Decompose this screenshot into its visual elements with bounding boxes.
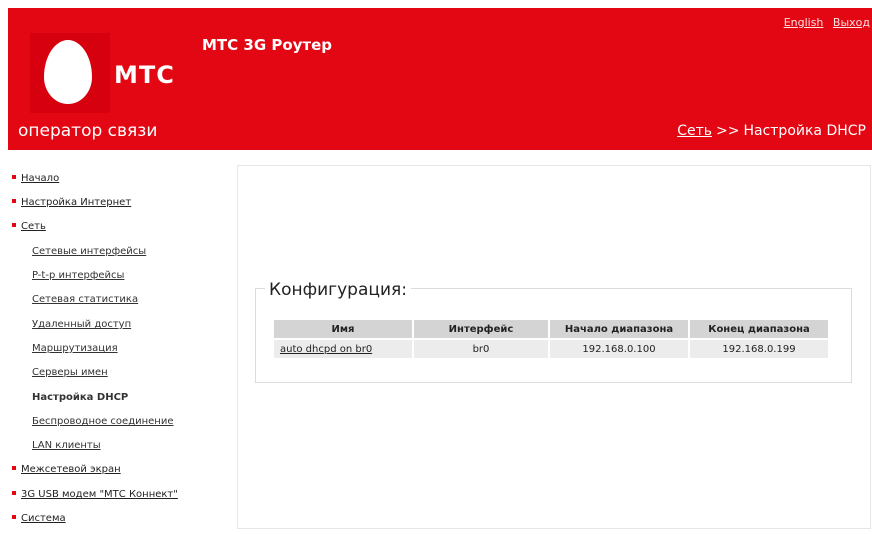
english-link[interactable]: English <box>784 16 824 29</box>
sidebar-item-home[interactable]: Начало <box>12 173 59 184</box>
dhcp-config-table: Имя Интерфейс Начало диапазона Конец диа… <box>272 318 830 360</box>
sidebar-item-network[interactable]: Сеть <box>12 221 46 232</box>
bullet-icon <box>12 175 16 179</box>
sidebar-item-lan-clients[interactable]: LAN клиенты <box>32 440 101 451</box>
sidebar-item-firewall[interactable]: Межсетевой экран <box>12 464 121 475</box>
bullet-icon <box>12 515 16 519</box>
sidebar-item-wireless[interactable]: Беспроводное соединение <box>32 416 174 427</box>
cell-range-end: 192.168.0.199 <box>690 340 828 358</box>
breadcrumb: Сеть >> Настройка DHCP <box>677 123 866 139</box>
app-title: МТС 3G Роутер <box>202 36 333 54</box>
sidebar-item-network-statistics[interactable]: Сетевая статистика <box>32 294 138 305</box>
bullet-icon <box>12 466 16 470</box>
column-header-name: Имя <box>274 320 412 338</box>
sidebar-item-network-interfaces[interactable]: Сетевые интерфейсы <box>32 246 146 257</box>
sidebar-item-system[interactable]: Система <box>12 513 66 524</box>
cell-range-start: 192.168.0.100 <box>550 340 688 358</box>
bullet-icon <box>12 491 16 495</box>
breadcrumb-network-link[interactable]: Сеть <box>677 123 712 139</box>
dhcp-entry-link[interactable]: auto dhcpd on br0 <box>280 344 372 355</box>
sidebar-item-name-servers[interactable]: Серверы имен <box>32 367 108 378</box>
section-title: Конфигурация: <box>265 280 411 300</box>
sidebar-item-dhcp-settings[interactable]: Настройка DHCP <box>32 392 128 403</box>
cell-interface: br0 <box>414 340 548 358</box>
logout-link[interactable]: Выход <box>833 16 870 29</box>
header-banner: МТС оператор связи МТС 3G Роутер English… <box>8 8 872 150</box>
bullet-icon <box>12 223 16 227</box>
tagline: оператор связи <box>18 121 158 141</box>
column-header-range-end: Конец диапазона <box>690 320 828 338</box>
sidebar-item-3g-usb-modem[interactable]: 3G USB модем "МТС Коннект" <box>12 489 178 500</box>
sidebar-nav: Начало Настройка Интернет Сеть Сетевые и… <box>8 160 228 534</box>
column-header-interface: Интерфейс <box>414 320 548 338</box>
cell-name[interactable]: auto dhcpd on br0 <box>274 340 412 358</box>
column-header-range-start: Начало диапазона <box>550 320 688 338</box>
top-links: English Выход <box>778 16 870 29</box>
breadcrumb-current: Настройка DHCP <box>743 123 866 139</box>
logo-text: МТС <box>114 61 175 89</box>
table-header-row: Имя Интерфейс Начало диапазона Конец диа… <box>274 320 828 338</box>
sidebar-item-remote-access[interactable]: Удаленный доступ <box>32 319 131 330</box>
sidebar-item-internet-setup[interactable]: Настройка Интернет <box>12 197 131 208</box>
breadcrumb-separator: >> <box>716 123 740 139</box>
sidebar-item-routing[interactable]: Маршрутизация <box>32 343 118 354</box>
bullet-icon <box>12 199 16 203</box>
sidebar-item-ptp-interfaces[interactable]: P-t-p интерфейсы <box>32 270 124 281</box>
table-row: auto dhcpd on br0 br0 192.168.0.100 192.… <box>274 340 828 358</box>
